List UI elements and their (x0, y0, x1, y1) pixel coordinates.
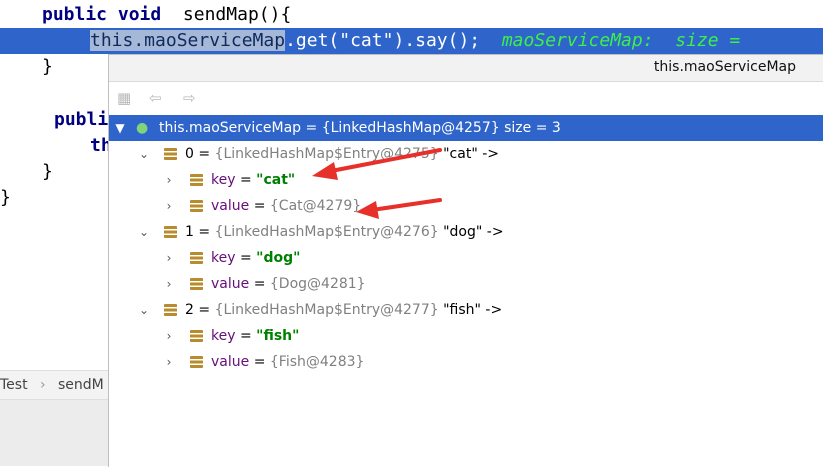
tree-icon[interactable]: ▦ (117, 89, 131, 107)
popup-title: this.maoServiceMap (653, 59, 796, 75)
expand-arrow-icon[interactable]: › (162, 193, 176, 219)
expand-arrow-icon[interactable]: › (162, 271, 176, 297)
popup-titlebar[interactable]: this.maoServiceMap (109, 55, 823, 82)
code-line-7: } (0, 187, 11, 208)
code-rest: .get("cat").say(); (285, 30, 481, 51)
root-size: size = 3 (504, 120, 561, 136)
key-label: key = "fish" (211, 328, 300, 344)
debug-evaluate-popup[interactable]: this.maoServiceMap ▦ ⇦ ⇨ ▼ ● this.maoSer… (108, 54, 823, 467)
root-value: {LinkedHashMap@4257} (321, 120, 500, 136)
popup-toolbar: ▦ ⇦ ⇨ (109, 82, 823, 112)
field-icon (190, 200, 203, 212)
value-label: value = {Dog@4281} (211, 276, 366, 292)
expand-arrow-icon[interactable]: › (162, 245, 176, 271)
value-label: value = {Fish@4283} (211, 354, 365, 370)
breadcrumb-item-method[interactable]: sendM (58, 371, 104, 399)
breadcrumb: Test › sendM (0, 370, 108, 400)
field-icon (190, 330, 203, 342)
breadcrumb-item-class[interactable]: Test (0, 371, 28, 399)
code-line-2[interactable]: this.maoServiceMap.get("cat").say(); mao… (90, 28, 740, 54)
inline-debug-value: maoServiceMap: size = (501, 30, 741, 51)
tree-row-value-0[interactable]: › value = {Cat@4279} (109, 193, 823, 219)
root-name: this.maoServiceMap (159, 120, 302, 136)
root-label: this.maoServiceMap = {LinkedHashMap@4257… (159, 115, 561, 141)
entry-label: 0 = {LinkedHashMap$Entry@4275} "cat" -> (185, 146, 499, 162)
tree-row-key-2[interactable]: › key = "fish" (109, 323, 823, 349)
forward-arrow-icon[interactable]: ⇨ (183, 89, 196, 107)
field-icon (190, 174, 203, 186)
tree-row-value-2[interactable]: › value = {Fish@4283} (109, 349, 823, 375)
selected-expression[interactable]: this.maoServiceMap (90, 30, 286, 51)
lower-panel (0, 400, 108, 466)
entry-label: 1 = {LinkedHashMap$Entry@4276} "dog" -> (185, 224, 504, 240)
field-icon (190, 278, 203, 290)
expand-arrow-icon[interactable]: › (162, 323, 176, 349)
keyword-void: void (117, 4, 162, 25)
value-label: value = {Cat@4279} (211, 198, 362, 214)
collapse-arrow-icon[interactable]: ⌄ (137, 141, 151, 167)
root-eq: = (301, 120, 322, 136)
code-line-4: publi (54, 109, 109, 130)
entry-label: 2 = {LinkedHashMap$Entry@4277} "fish" -> (185, 302, 503, 318)
tree-row-key-1[interactable]: › key = "dog" (109, 245, 823, 271)
code-line-1[interactable]: public void sendMap(){ (42, 2, 291, 28)
object-watch-icon: ● (136, 120, 149, 136)
field-icon (190, 356, 203, 368)
field-icon (164, 226, 177, 238)
expand-arrow-icon[interactable]: › (162, 349, 176, 375)
code-line-3: } (42, 56, 53, 77)
tree-row-entry-0[interactable]: ⌄ 0 = {LinkedHashMap$Entry@4275} "cat" -… (109, 141, 823, 167)
keyword-public: public (42, 4, 108, 25)
tree-row-value-1[interactable]: › value = {Dog@4281} (109, 271, 823, 297)
back-arrow-icon[interactable]: ⇦ (149, 89, 162, 107)
field-icon (190, 252, 203, 264)
tree-row-entry-2[interactable]: ⌄ 2 = {LinkedHashMap$Entry@4277} "fish" … (109, 297, 823, 323)
collapse-arrow-icon[interactable]: ⌄ (137, 297, 151, 323)
expand-arrow-icon[interactable]: › (162, 167, 176, 193)
method-signature: sendMap(){ (182, 4, 292, 25)
field-icon (164, 148, 177, 160)
key-label: key = "dog" (211, 250, 301, 266)
field-icon (164, 304, 177, 316)
tree-row-entry-1[interactable]: ⌄ 1 = {LinkedHashMap$Entry@4276} "dog" -… (109, 219, 823, 245)
code-line-6: } (42, 161, 53, 182)
tree-row-root[interactable]: ▼ ● this.maoServiceMap = {LinkedHashMap@… (109, 115, 823, 141)
collapse-arrow-icon[interactable]: ▼ (113, 115, 127, 141)
key-label: key = "cat" (211, 172, 296, 188)
tree-row-key-0[interactable]: › key = "cat" (109, 167, 823, 193)
collapse-arrow-icon[interactable]: ⌄ (137, 219, 151, 245)
breadcrumb-separator: › (40, 377, 46, 393)
